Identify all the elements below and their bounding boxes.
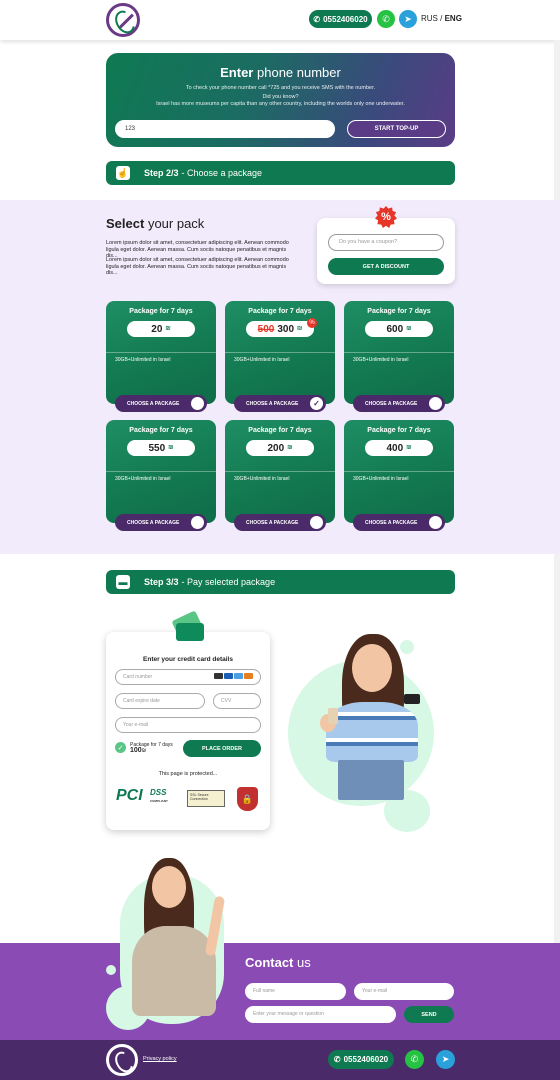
whatsapp-icon[interactable]: ✆ [377, 10, 395, 28]
contact-email-field[interactable]: Your e-mail [354, 983, 454, 1000]
send-button[interactable]: SEND [404, 1006, 454, 1023]
lang-rus[interactable]: RUS [421, 14, 438, 23]
place-order-button[interactable]: PLACE ORDER [183, 740, 261, 757]
package-title: Package for 7 days [129, 308, 193, 315]
payment-email-field[interactable]: Your e-mail [115, 717, 261, 733]
page-scrollbar[interactable] [554, 40, 560, 1080]
contact-title: Contact us [245, 955, 311, 970]
package-card[interactable]: Package for 7 days 500 300 ₪% 30GB+Unlimited… [225, 301, 335, 412]
card-icon: ▬ [116, 575, 130, 589]
selected-package-summary: Package for 7 days 100₪ [130, 742, 173, 754]
expire-date-field[interactable]: Card expire date [115, 693, 205, 709]
phone-input[interactable]: 123 [115, 120, 335, 138]
package-title: Package for 7 days [367, 427, 431, 434]
logo-icon[interactable] [106, 3, 140, 37]
phone-icon: ✆ [333, 1055, 341, 1064]
choose-package-button[interactable]: CHOOSE A PACKAGE [115, 395, 207, 412]
step-3-bar: ▬ Step 3/3- Pay selected package [106, 570, 455, 594]
package-description: 30GB+Unlimited in Israel [115, 357, 171, 363]
radio-icon[interactable] [191, 516, 204, 529]
packs-text-2: Lorem ipsum dolor sit amet, consectetuer… [106, 257, 289, 276]
step-2-bar: ☝ Step 2/3- Choose a package [106, 161, 455, 185]
package-title: Package for 7 days [129, 427, 193, 434]
package-price: 20 ₪ [127, 321, 195, 337]
footer [0, 1040, 560, 1080]
get-discount-button[interactable]: GET A DISCOUNT [328, 258, 444, 275]
package-description: 30GB+Unlimited in Israel [353, 357, 409, 363]
package-description: 30GB+Unlimited in Israel [353, 476, 409, 482]
divider [106, 471, 216, 472]
choose-package-button[interactable]: CHOOSE A PACKAGE [353, 514, 445, 531]
lang-eng[interactable]: ENG [445, 14, 462, 23]
divider [106, 352, 216, 353]
decorative-dot [106, 965, 116, 975]
credit-card-icon [170, 610, 206, 643]
privacy-policy-link[interactable]: Privacy policy [143, 1056, 177, 1062]
choose-package-button[interactable]: CHOOSE A PACKAGE ✓ [234, 395, 326, 412]
hand-icon: ☝ [116, 166, 130, 180]
package-card[interactable]: Package for 7 days 200 ₪ 30GB+Unlimited in … [225, 420, 335, 531]
pci-dss-logo: PCI DSS COMPLIANT [116, 787, 168, 804]
message-field[interactable]: Enter your message or question [245, 1006, 396, 1023]
package-price: 550 ₪ [127, 440, 195, 456]
package-title: Package for 7 days [367, 308, 431, 315]
shield-icon: 🔒 [237, 787, 258, 811]
choose-package-button[interactable]: CHOOSE A PACKAGE [353, 395, 445, 412]
package-description: 30GB+Unlimited in Israel [234, 476, 290, 482]
select-pack-title: Select your pack [106, 216, 205, 231]
package-price: 500 300 ₪ [246, 321, 314, 337]
package-price: 600 ₪ [365, 321, 433, 337]
package-card[interactable]: Package for 7 days 550 ₪ 30GB+Unlimited in … [106, 420, 216, 531]
woman-with-phone-photo [318, 630, 438, 820]
package-card[interactable]: Package for 7 days 20 ₪ 30GB+Unlimited in I… [106, 301, 216, 412]
header-phone-number: 0552406020 [323, 14, 368, 24]
divider [225, 352, 335, 353]
card-brand-icons [214, 673, 253, 679]
package-description: 30GB+Unlimited in Israel [234, 357, 290, 363]
header: ✆ 0552406020 ✆ ➤ RUS / ENG [0, 0, 560, 40]
start-topup-button[interactable]: START TOP-UP [347, 120, 446, 138]
old-price: 500 [257, 323, 275, 335]
check-icon: ✓ [115, 742, 126, 753]
package-title: Package for 7 days [248, 427, 312, 434]
full-name-field[interactable]: Full name [245, 983, 346, 1000]
protected-note: This page is protected... [158, 771, 218, 777]
cvv-field[interactable]: CVV [213, 693, 261, 709]
footer-logo-icon[interactable] [106, 1044, 138, 1076]
hero-panel: Enter phone number To check your phone n… [106, 53, 455, 147]
divider [225, 471, 335, 472]
package-description: 30GB+Unlimited in Israel [115, 476, 171, 482]
check-icon[interactable]: ✓ [310, 397, 323, 410]
footer-whatsapp-icon[interactable]: ✆ [405, 1050, 424, 1069]
choose-package-button[interactable]: CHOOSE A PACKAGE [234, 514, 326, 531]
package-card[interactable]: Package for 7 days 400 ₪ 30GB+Unlimited in … [344, 420, 454, 531]
language-switcher: RUS / ENG [421, 14, 462, 23]
woman-pointing-photo [126, 856, 236, 1036]
package-card[interactable]: Package for 7 days 600 ₪ 30GB+Unlimited in … [344, 301, 454, 412]
coupon-input[interactable]: Do you have a coupon? [328, 234, 444, 251]
hero-description: To check your phone number call *725 and… [156, 85, 405, 107]
footer-phone-button[interactable]: ✆ 0552406020 [328, 1050, 394, 1069]
radio-icon[interactable] [191, 397, 204, 410]
sale-percent-icon: % [307, 318, 317, 328]
phone-icon: ✆ [313, 14, 321, 24]
package-price: 400 ₪ [365, 440, 433, 456]
radio-icon[interactable] [429, 516, 442, 529]
divider [344, 471, 454, 472]
hero-title: Enter phone number [220, 65, 341, 80]
radio-icon[interactable] [429, 397, 442, 410]
radio-icon[interactable] [310, 516, 323, 529]
package-price: 200 ₪ [246, 440, 314, 456]
payment-title: Enter your credit card details [143, 656, 233, 663]
lang-separator: / [440, 14, 443, 23]
header-phone-button[interactable]: ✆ 0552406020 [309, 10, 372, 28]
footer-telegram-icon[interactable]: ➤ [436, 1050, 455, 1069]
ssl-badge: SSL Secure Connection [187, 790, 225, 807]
divider [344, 352, 454, 353]
telegram-icon[interactable]: ➤ [399, 10, 417, 28]
choose-package-button[interactable]: CHOOSE A PACKAGE [115, 514, 207, 531]
package-title: Package for 7 days [248, 308, 312, 315]
